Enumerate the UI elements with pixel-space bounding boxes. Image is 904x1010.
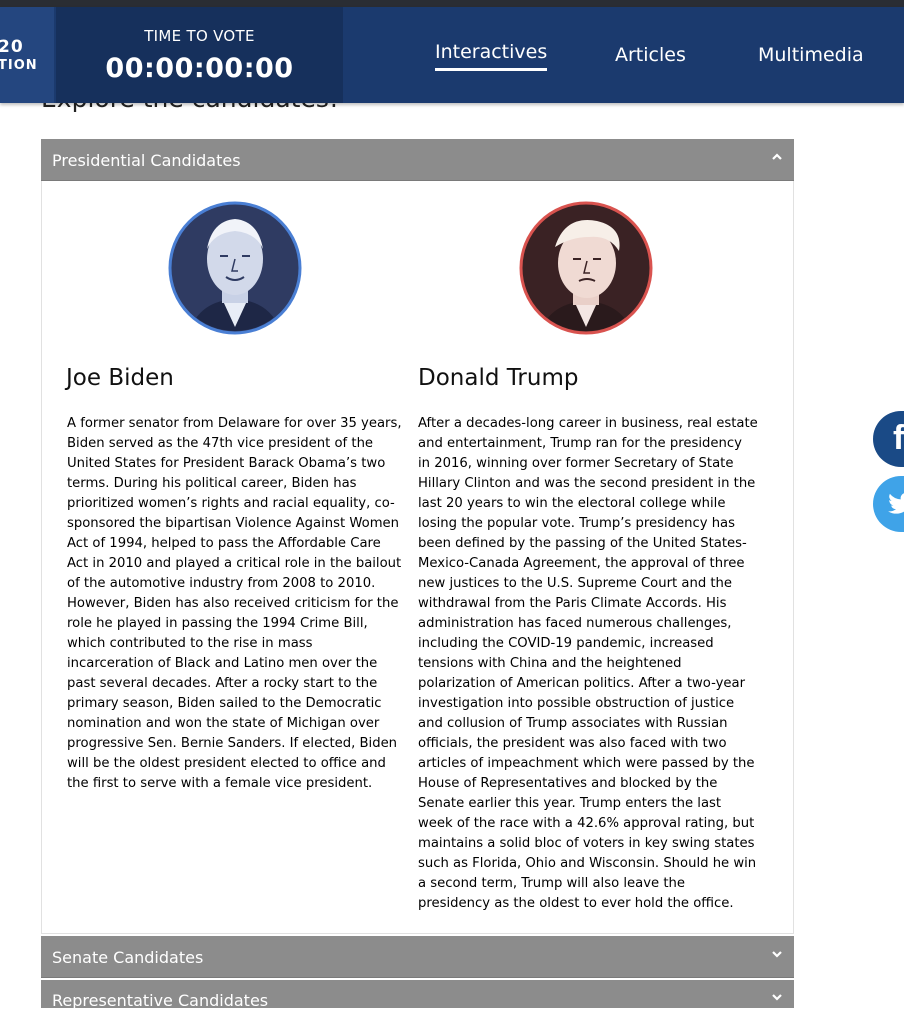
candidate-bio-trump: After a decades-long career in business,…: [418, 416, 758, 911]
nav-articles-label: Articles: [615, 44, 686, 66]
logo-line-2: TION: [0, 58, 38, 73]
twitter-icon: [888, 493, 904, 514]
biden-portrait: [168, 201, 302, 335]
facebook-share-button[interactable]: f: [873, 411, 904, 467]
accordion-representative-title: Representative Candidates: [52, 991, 269, 1010]
accordion-representative-header[interactable]: Representative Candidates: [41, 980, 794, 1010]
candidate-bio-biden: A former senator from Delaware for over …: [67, 416, 402, 791]
accordion-presidential-header[interactable]: Presidential Candidates: [41, 139, 794, 181]
countdown-timer: 00:00:00:00: [105, 53, 294, 84]
nav-articles[interactable]: Articles: [615, 7, 686, 103]
facebook-icon: f: [893, 419, 904, 457]
active-nav-underline: [435, 68, 548, 71]
trump-portrait: [519, 201, 653, 335]
nav-multimedia-label: Multimedia: [758, 44, 864, 66]
countdown-label: TIME TO VOTE: [144, 27, 255, 45]
chevron-down-icon: [772, 951, 782, 958]
top-strip: [0, 0, 904, 7]
nav-multimedia[interactable]: Multimedia: [758, 7, 864, 103]
accordion-senate-header[interactable]: Senate Candidates: [41, 936, 794, 978]
site-header: 20 TION TIME TO VOTE 00:00:00:00 Interac…: [0, 7, 904, 103]
logo-line-1: 20: [0, 37, 24, 57]
chevron-down-icon: [772, 994, 782, 1001]
nav-interactives[interactable]: Interactives: [435, 7, 548, 103]
twitter-share-button[interactable]: [873, 476, 904, 532]
accordion-presidential-title: Presidential Candidates: [52, 151, 241, 170]
presidential-panel: Joe Biden Donald Trump A former senator …: [41, 181, 794, 934]
candidate-name-biden: Joe Biden: [66, 365, 174, 391]
accordion-senate-title: Senate Candidates: [52, 948, 204, 967]
chevron-up-icon: [772, 153, 782, 160]
site-logo[interactable]: 20 TION: [0, 7, 54, 103]
nav-interactives-label: Interactives: [435, 41, 548, 63]
candidate-name-trump: Donald Trump: [418, 365, 579, 391]
vote-countdown: TIME TO VOTE 00:00:00:00: [56, 7, 343, 103]
